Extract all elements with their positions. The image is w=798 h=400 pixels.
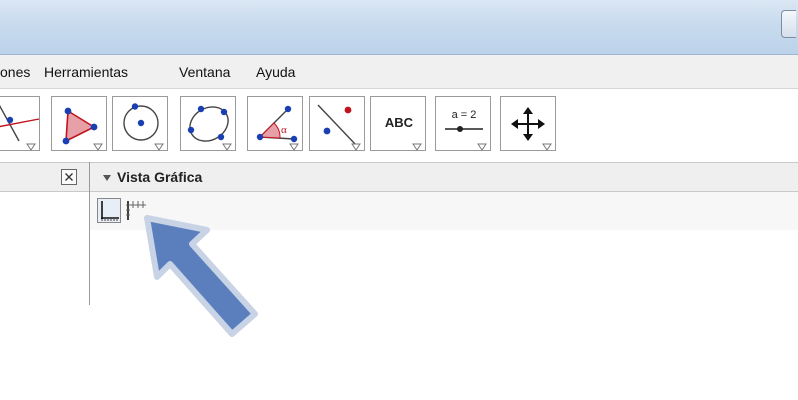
circle-center-point-tool-button[interactable]: [112, 96, 168, 151]
polygon-tool-button[interactable]: [51, 96, 107, 151]
circle-center-icon: [123, 103, 164, 151]
polygon-icon: [62, 107, 103, 151]
close-panel-button[interactable]: [61, 169, 77, 185]
panel-divider[interactable]: [89, 162, 90, 305]
perpendicular-line-tool-button[interactable]: [0, 96, 40, 151]
left-panel-header: [0, 162, 89, 192]
pointer-annotation-arrow: [144, 215, 258, 337]
graphics-view-header: Vista Gráfica: [90, 162, 798, 192]
perpendicular-line-icon: [0, 105, 40, 151]
window-control-button[interactable]: [781, 10, 796, 38]
text-tool-button[interactable]: ABC: [370, 96, 426, 151]
show-axes-toggle[interactable]: [97, 198, 121, 223]
toolbar: α ABC a = 2: [0, 89, 798, 161]
menu-ayuda[interactable]: Ayuda: [256, 64, 295, 80]
slider-icon: [445, 126, 487, 151]
slider-tool-label: a = 2: [451, 109, 477, 121]
graphics-view-title: Vista Gráfica: [117, 169, 203, 185]
reflect-tool-button[interactable]: [309, 96, 365, 151]
axes-icon: [101, 201, 119, 221]
menu-ventana[interactable]: Ventana: [179, 64, 230, 80]
reflect-icon: [317, 104, 361, 151]
collapse-triangle-icon[interactable]: [102, 174, 114, 184]
angle-icon: α: [256, 105, 299, 151]
close-icon: [65, 173, 73, 181]
move-arrows-icon: [511, 107, 552, 151]
menu-bar: ones Herramientas Ventana Ayuda: [0, 55, 798, 89]
menu-herramientas[interactable]: Herramientas: [44, 64, 128, 80]
window-title-bar: [0, 0, 798, 55]
text-tool-label: ABC: [384, 115, 414, 130]
move-graphics-view-tool-button[interactable]: [500, 96, 556, 151]
conic-five-points-tool-button[interactable]: [180, 96, 236, 151]
svg-text:α: α: [281, 124, 287, 136]
slider-tool-button[interactable]: a = 2: [435, 96, 491, 151]
menu-opciones[interactable]: ones: [0, 64, 30, 80]
angle-tool-button[interactable]: α: [247, 96, 303, 151]
conic-icon: [187, 105, 232, 151]
